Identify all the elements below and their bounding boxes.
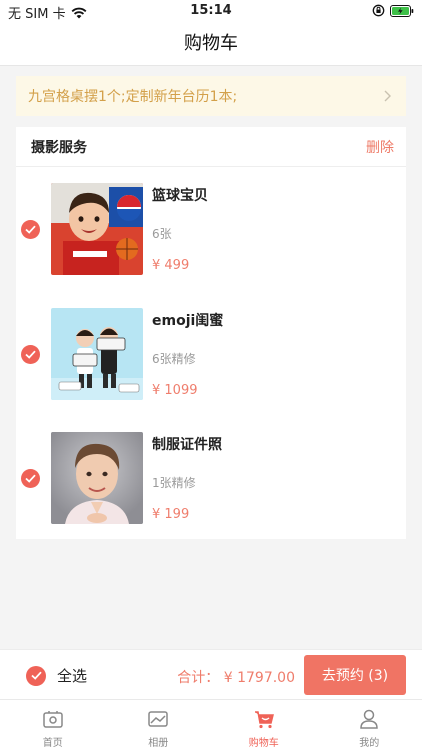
status-time: 15:14: [190, 3, 232, 18]
item-photo[interactable]: [51, 432, 143, 524]
section-title: 摄影服务: [31, 139, 87, 156]
item-desc: 6张: [152, 227, 172, 241]
select-all-label: 全选: [57, 667, 88, 685]
basketball-kid-photo: [51, 183, 143, 275]
tab-bar: 首页 相册 购物车 我的: [0, 699, 422, 750]
battery-icon: [390, 4, 414, 17]
item-price: ¥ 1099: [152, 383, 198, 398]
gift-notice[interactable]: 九宫格桌摆1个;定制新年台历1本;: [16, 76, 406, 116]
chevron-right-icon: [384, 90, 391, 102]
item-checkbox[interactable]: [21, 220, 40, 239]
checkout-button[interactable]: 去预约 (3): [304, 655, 406, 695]
emoji-friends-photo: [51, 308, 143, 400]
notice-text: 九宫格桌摆1个;定制新年台历1本;: [28, 89, 238, 105]
item-name: emoji闺蜜: [152, 313, 224, 329]
item-price: ¥ 199: [152, 507, 190, 522]
total-label: 合计：: [177, 670, 220, 686]
select-all-checkbox[interactable]: [26, 665, 46, 686]
tab-label: 我的: [359, 738, 380, 749]
tab-home[interactable]: 首页: [0, 700, 106, 750]
cart-item: 制服证件照 1张精修 ¥ 199: [16, 432, 406, 524]
section-header: 摄影服务 删除: [16, 127, 406, 167]
item-checkbox[interactable]: [21, 345, 40, 364]
item-checkbox[interactable]: [21, 469, 40, 488]
total-amount: 合计： ¥ 1797.00: [177, 667, 295, 687]
orientation-lock-icon: [372, 4, 385, 17]
delete-button[interactable]: 删除: [366, 137, 394, 157]
item-price: ¥ 499: [152, 258, 190, 273]
item-name: 制服证件照: [152, 437, 222, 453]
total-value: ¥ 1797.00: [223, 670, 295, 686]
checkmark-icon: [25, 350, 36, 359]
album-icon: [148, 711, 168, 727]
tab-profile[interactable]: 我的: [317, 700, 422, 750]
nav-bar: 购物车: [0, 22, 422, 66]
item-photo[interactable]: [51, 308, 143, 400]
tab-cart[interactable]: 购物车: [211, 700, 317, 750]
cart-icon: [254, 711, 274, 729]
item-name: 篮球宝贝: [152, 188, 208, 204]
tab-album[interactable]: 相册: [106, 700, 212, 750]
cart-item: emoji闺蜜 6张精修 ¥ 1099: [16, 308, 406, 400]
profile-icon: [360, 709, 379, 729]
item-desc: 6张精修: [152, 352, 196, 366]
status-right: [372, 4, 414, 17]
checkout-bar: 全选 合计： ¥ 1797.00 去预约 (3): [0, 649, 422, 699]
home-icon: [43, 711, 63, 728]
select-all-toggle[interactable]: 全选: [26, 665, 87, 686]
item-photo[interactable]: [51, 183, 143, 275]
checkmark-icon: [30, 671, 42, 680]
tab-label: 购物车: [248, 738, 279, 749]
cart-item: 篮球宝贝 6张 ¥ 499: [16, 183, 406, 275]
cart-section: 摄影服务 删除 篮球宝贝 6张 ¥ 499 emoji闺蜜 6张精修 ¥ 109…: [16, 127, 406, 539]
status-bar: 无 SIM 卡 15:14: [0, 0, 422, 22]
checkmark-icon: [25, 225, 36, 234]
id-photo-portrait: [51, 432, 143, 524]
tab-label: 首页: [42, 738, 63, 749]
page-title: 购物车: [184, 33, 238, 54]
item-desc: 1张精修: [152, 476, 196, 490]
tab-label: 相册: [148, 738, 169, 749]
checkmark-icon: [25, 474, 36, 483]
